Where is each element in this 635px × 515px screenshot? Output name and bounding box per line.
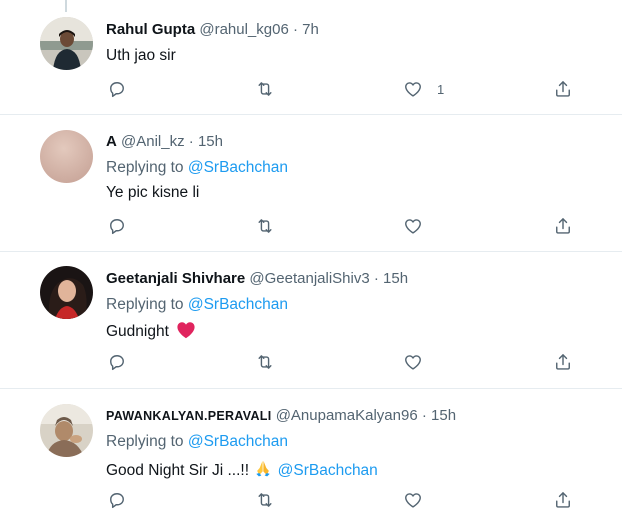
tweet-actions xyxy=(0,490,622,514)
like-button[interactable] xyxy=(403,216,437,236)
tweet-text: Good Night Sir Ji ...!! xyxy=(106,462,249,479)
retweet-button[interactable] xyxy=(255,216,275,236)
share-icon xyxy=(556,354,570,370)
share-icon xyxy=(556,492,570,508)
avatar[interactable] xyxy=(40,17,93,70)
retweet-icon xyxy=(258,82,272,96)
tweet-2[interactable]: A @Anil_kz · 15h Replying to @SrBachchan… xyxy=(0,115,622,252)
retweet-icon xyxy=(258,493,272,507)
user-handle[interactable]: @Anil_kz xyxy=(121,133,185,150)
retweet-icon xyxy=(258,219,272,233)
retweet-button[interactable] xyxy=(255,79,275,99)
replying-to: Replying to @SrBachchan xyxy=(106,296,288,314)
retweet-button[interactable] xyxy=(255,352,275,372)
like-count: 1 xyxy=(437,81,445,97)
share-button[interactable] xyxy=(553,216,573,236)
replying-to: Replying to @SrBachchan xyxy=(106,159,288,177)
avatar[interactable] xyxy=(40,266,93,319)
reply-button[interactable] xyxy=(107,216,127,236)
tweet-actions xyxy=(0,216,622,240)
user-handle[interactable]: @AnupamaKalyan96 xyxy=(276,407,418,424)
tweet-text-row: Gudnight xyxy=(106,321,196,344)
share-button[interactable] xyxy=(553,490,573,510)
mention-link[interactable]: @SrBachchan xyxy=(188,433,288,450)
tweet-header: Rahul Gupta @rahul_kg06 · 7h xyxy=(106,21,319,38)
red-heart-emoji xyxy=(176,321,196,344)
user-handle[interactable]: @rahul_kg06 xyxy=(199,21,288,38)
tweet-text: Gudnight xyxy=(106,323,169,340)
timestamp[interactable]: · 7h xyxy=(293,21,319,38)
display-name[interactable]: PAWANKALYAN.PERAVALI xyxy=(106,409,272,423)
like-button[interactable] xyxy=(403,352,437,372)
mention-link[interactable]: @SrBachchan xyxy=(188,159,288,176)
tweet-header: Geetanjali Shivhare @GeetanjaliShiv3 · 1… xyxy=(106,270,408,287)
tweet-1[interactable]: Rahul Gupta @rahul_kg06 · 7h Uth jao sir… xyxy=(0,0,622,115)
tweet-3[interactable]: Geetanjali Shivhare @GeetanjaliShiv3 · 1… xyxy=(0,252,622,389)
share-icon xyxy=(556,81,570,97)
heart-icon xyxy=(405,82,421,97)
retweet-icon xyxy=(258,355,272,369)
user-handle[interactable]: @GeetanjaliShiv3 xyxy=(249,270,369,287)
retweet-button[interactable] xyxy=(255,490,275,510)
heart-icon xyxy=(405,493,421,508)
tweet-actions: 1 xyxy=(0,79,622,103)
replying-to-label: Replying to xyxy=(106,296,184,313)
heart-icon xyxy=(405,355,421,370)
reply-button[interactable] xyxy=(107,79,127,99)
replying-to-label: Replying to xyxy=(106,433,184,450)
share-button[interactable] xyxy=(553,352,573,372)
tweet-text: Uth jao sir xyxy=(106,47,176,64)
share-icon xyxy=(556,218,570,234)
heart-icon xyxy=(405,219,421,234)
reply-icon xyxy=(110,493,124,509)
tweet-actions xyxy=(0,352,622,376)
replying-to: Replying to @SrBachchan xyxy=(106,433,288,451)
replying-to-label: Replying to xyxy=(106,159,184,176)
display-name[interactable]: Geetanjali Shivhare xyxy=(106,270,245,287)
folded-hands-emoji xyxy=(253,458,273,483)
mention-link[interactable]: @SrBachchan xyxy=(278,462,378,479)
reply-button[interactable] xyxy=(107,352,127,372)
display-name[interactable]: A xyxy=(106,133,117,150)
display-name[interactable]: Rahul Gupta xyxy=(106,21,195,38)
like-button[interactable]: 1 xyxy=(403,79,444,99)
avatar[interactable] xyxy=(40,130,93,183)
avatar[interactable] xyxy=(40,404,93,457)
tweet-header: PAWANKALYAN.PERAVALI @AnupamaKalyan96 · … xyxy=(106,407,456,424)
share-button[interactable] xyxy=(553,79,573,99)
timestamp[interactable]: · 15h xyxy=(374,270,408,287)
reply-button[interactable] xyxy=(107,490,127,510)
tweet-header: A @Anil_kz · 15h xyxy=(106,133,223,150)
tweet-4[interactable]: PAWANKALYAN.PERAVALI @AnupamaKalyan96 · … xyxy=(0,389,622,515)
reply-icon xyxy=(110,219,124,235)
mention-link[interactable]: @SrBachchan xyxy=(188,296,288,313)
timestamp[interactable]: · 15h xyxy=(189,133,223,150)
timestamp[interactable]: · 15h xyxy=(422,407,456,424)
tweet-text: Ye pic kisne li xyxy=(106,184,200,201)
reply-icon xyxy=(110,355,124,371)
like-button[interactable] xyxy=(403,490,437,510)
reply-icon xyxy=(110,82,124,98)
tweet-text-row: Good Night Sir Ji ...!! @SrBachchan xyxy=(106,458,378,483)
